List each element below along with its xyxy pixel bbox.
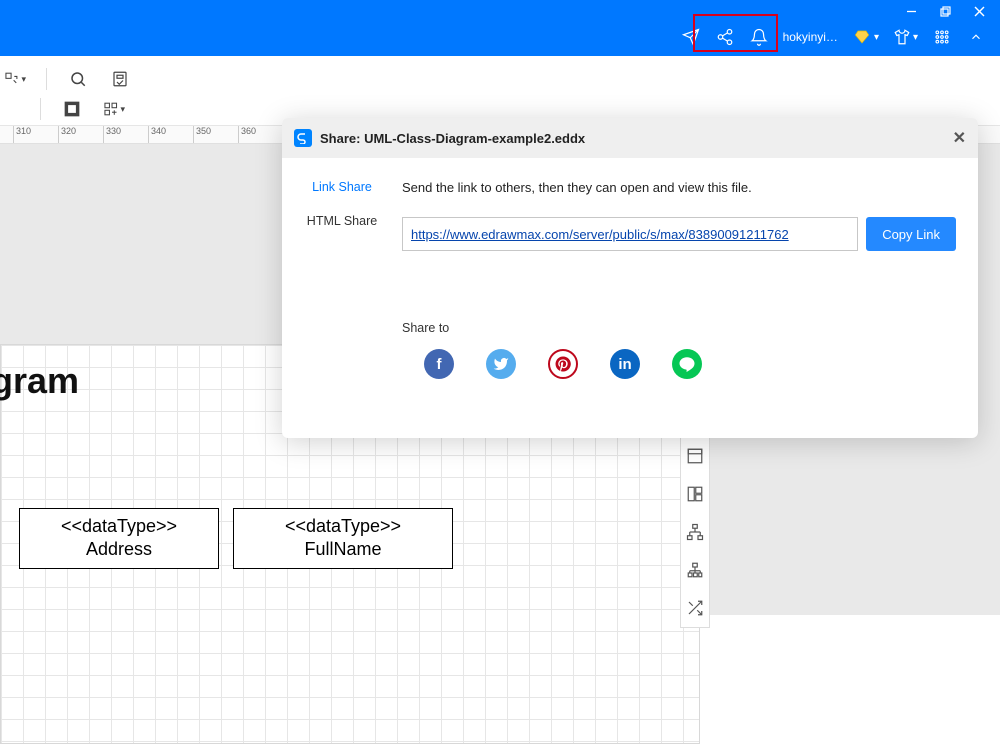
- window-restore-button[interactable]: [938, 4, 952, 18]
- canvas-side-toolbar: [680, 436, 710, 628]
- pinterest-icon[interactable]: [548, 349, 578, 379]
- sitemap-icon[interactable]: [684, 559, 706, 581]
- copy-link-button[interactable]: Copy Link: [866, 217, 956, 251]
- uml-class-box[interactable]: <<dataType>> Address: [19, 508, 219, 569]
- shuffle-icon[interactable]: [684, 597, 706, 619]
- gem-dropdown-icon[interactable]: ▾: [874, 32, 879, 43]
- send-icon[interactable]: [681, 27, 701, 47]
- tab-link-share[interactable]: Link Share: [312, 180, 372, 194]
- ruler-tick: 320: [58, 126, 76, 143]
- stereotype-label: <<dataType>>: [244, 515, 442, 538]
- gem-icon[interactable]: [852, 27, 872, 47]
- share-icon[interactable]: [715, 27, 735, 47]
- theme-icon[interactable]: ▾: [893, 28, 918, 46]
- app-logo-icon: [294, 129, 312, 147]
- ruler-tick: 350: [193, 126, 211, 143]
- dialog-tabs: Link Share HTML Share: [282, 158, 402, 438]
- page-check-icon[interactable]: [109, 68, 131, 90]
- dialog-description: Send the link to others, then they can o…: [402, 180, 956, 195]
- search-icon[interactable]: [67, 68, 89, 90]
- select-all-icon[interactable]: [61, 98, 83, 120]
- line-icon[interactable]: [672, 349, 702, 379]
- hierarchy-icon[interactable]: [684, 521, 706, 543]
- share-dialog: Share: UML-Class-Diagram-example2.eddx ✕…: [282, 118, 978, 438]
- class-name: FullName: [244, 538, 442, 561]
- bell-icon[interactable]: [749, 27, 769, 47]
- share-to-label: Share to: [402, 321, 956, 335]
- sub-toolbar: ▾ ▾: [0, 56, 1000, 126]
- apps-grid-icon[interactable]: [932, 27, 952, 47]
- components-icon[interactable]: ▾: [103, 98, 125, 120]
- user-name-label[interactable]: hokyinyi…: [783, 30, 838, 44]
- dialog-title: Share: UML-Class-Diagram-example2.eddx: [320, 131, 585, 146]
- tab-html-share[interactable]: HTML Share: [307, 214, 377, 228]
- ruler-tick: 310: [13, 126, 31, 143]
- ruler-tick: 330: [103, 126, 121, 143]
- collapse-panel-icon[interactable]: [966, 27, 986, 47]
- dialog-header: Share: UML-Class-Diagram-example2.eddx ✕: [282, 118, 978, 158]
- layout-icon[interactable]: [684, 483, 706, 505]
- titlebar: hokyinyi… ▾ ▾: [0, 0, 1000, 56]
- class-name: Address: [30, 538, 208, 561]
- ruler-tick: 340: [148, 126, 166, 143]
- twitter-icon[interactable]: [486, 349, 516, 379]
- share-link-input[interactable]: [402, 217, 858, 251]
- facebook-icon[interactable]: f: [424, 349, 454, 379]
- dialog-close-button[interactable]: ✕: [953, 128, 966, 148]
- window-close-button[interactable]: [972, 4, 986, 18]
- dropdown-split-icon[interactable]: ▾: [4, 68, 26, 90]
- diagram-title: gram: [0, 360, 79, 402]
- uml-class-box[interactable]: <<dataType>> FullName: [233, 508, 453, 569]
- ruler-tick: 360: [238, 126, 256, 143]
- container-icon[interactable]: [684, 445, 706, 467]
- window-minimize-button[interactable]: [904, 4, 918, 18]
- linkedin-icon[interactable]: in: [610, 349, 640, 379]
- stereotype-label: <<dataType>>: [30, 515, 208, 538]
